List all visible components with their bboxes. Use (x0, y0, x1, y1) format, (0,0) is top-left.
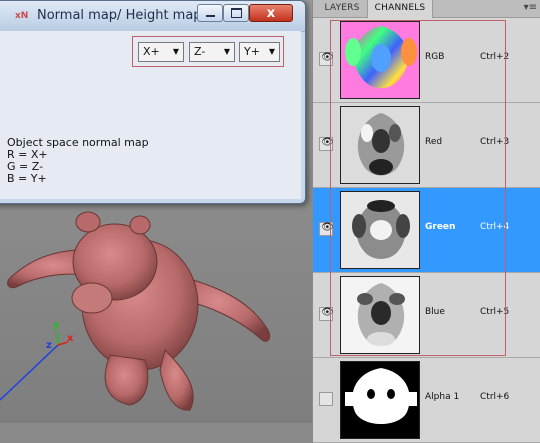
dialog-body: X+ ▼ Z- ▼ Y+ ▼ Object space normal map R… (0, 31, 301, 199)
channel-name: RGB (425, 52, 445, 62)
dialog-titlebar[interactable]: xN Normal map/ Height map x (0, 1, 305, 32)
y-axis-label: y (53, 320, 60, 331)
blue-swizzle-select[interactable]: Y+ ▼ (239, 42, 280, 62)
close-button[interactable]: x (249, 4, 293, 22)
z-axis-label: z (46, 340, 52, 351)
normal-map-dialog: xN Normal map/ Height map x X+ ▼ Z- ▼ Y+… (0, 0, 306, 204)
channel-shortcut: Ctrl+2 (480, 52, 510, 62)
visibility-toggle[interactable]: 👁 (319, 222, 334, 236)
eye-icon: 👁 (321, 307, 334, 318)
minimize-button[interactable] (197, 4, 223, 22)
channel-name: Blue (425, 307, 445, 317)
channel-row-red[interactable]: 👁 Red Ctrl+3 (313, 103, 540, 188)
panel-menu-icon[interactable]: ▾≡ (524, 2, 537, 13)
channel-shortcut: Ctrl+6 (480, 392, 510, 402)
channel-row-alpha-1[interactable]: Alpha 1 Ctrl+6 (313, 358, 540, 443)
xnormal-app-icon: xN (15, 11, 29, 21)
visibility-toggle[interactable] (319, 392, 333, 406)
eye-icon: 👁 (321, 222, 334, 233)
dialog-title: Normal map/ Height map (37, 8, 202, 23)
maximize-button[interactable] (223, 4, 249, 22)
eye-icon: 👁 (321, 52, 334, 63)
visibility-toggle[interactable]: 👁 (319, 52, 334, 66)
visibility-toggle[interactable]: 👁 (319, 307, 334, 321)
description-line: B = Y+ (7, 172, 47, 185)
tab-layers[interactable]: LAYERS (317, 0, 367, 17)
tab-channels[interactable]: CHANNELS (367, 0, 433, 18)
channel-shortcut: Ctrl+3 (480, 137, 510, 147)
channel-name: Red (425, 137, 443, 147)
channel-thumbnail (340, 276, 420, 354)
eye-icon: 👁 (321, 137, 334, 148)
blue-swizzle-value: Y+ (244, 45, 260, 58)
green-swizzle-value: Z- (194, 45, 206, 58)
channel-thumbnail (340, 191, 420, 269)
chevron-down-icon: ▼ (268, 47, 275, 56)
red-swizzle-select[interactable]: X+ ▼ (138, 42, 184, 62)
channel-row-green[interactable]: 👁 Green Ctrl+4 (313, 188, 540, 273)
maximize-icon (230, 8, 242, 18)
channel-row-rgb[interactable]: 👁 RGB Ctrl+2 (313, 18, 540, 103)
channel-thumbnail (340, 21, 420, 99)
close-icon: x (266, 5, 276, 21)
chevron-down-icon: ▼ (223, 47, 230, 56)
channel-name: Green (425, 222, 456, 232)
green-swizzle-select[interactable]: Z- ▼ (189, 42, 235, 62)
channel-thumbnail (340, 106, 420, 184)
swizzle-group: X+ ▼ Z- ▼ Y+ ▼ (132, 36, 284, 67)
channel-row-blue[interactable]: 👁 Blue Ctrl+5 (313, 273, 540, 358)
channel-shortcut: Ctrl+5 (480, 307, 510, 317)
normal-map-description: Object space normal map R = X+ G = Z- B … (7, 137, 149, 185)
minimize-icon (205, 15, 215, 17)
visibility-toggle[interactable]: 👁 (319, 137, 334, 151)
channel-name: Alpha 1 (425, 392, 460, 402)
chevron-down-icon: ▼ (172, 47, 179, 56)
panel-tabbar: LAYERS CHANNELS ▾≡ (313, 0, 540, 18)
z-axis-line (0, 344, 59, 401)
red-swizzle-value: X+ (143, 45, 160, 58)
channel-shortcut: Ctrl+4 (480, 222, 510, 232)
channel-thumbnail (340, 361, 420, 439)
channels-panel: LAYERS CHANNELS ▾≡ 👁 RGB Ctrl+2 👁 Red Ct… (312, 0, 540, 443)
x-axis-label: x (67, 333, 74, 344)
channel-list: 👁 RGB Ctrl+2 👁 Red Ctrl+3 👁 Green Ctrl+4… (313, 18, 540, 443)
